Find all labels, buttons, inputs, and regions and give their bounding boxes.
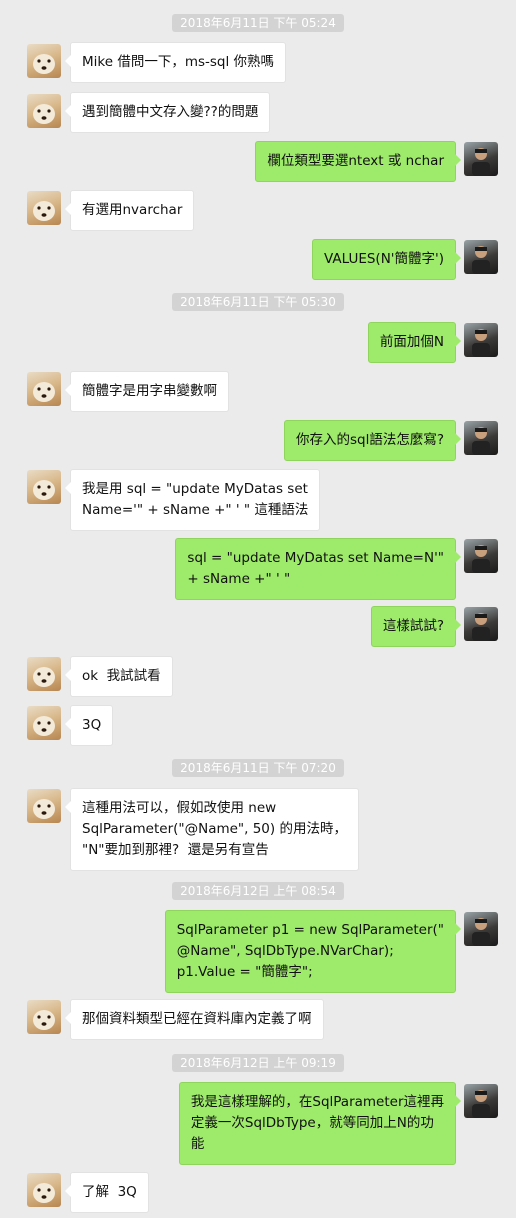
user-photo-avatar-icon[interactable]	[464, 1084, 498, 1118]
user-photo-avatar-icon[interactable]	[464, 539, 498, 573]
dog-avatar-icon[interactable]	[27, 706, 61, 740]
timestamp: 2018年6月12日 上午 08:54	[0, 880, 516, 900]
dog-avatar-icon[interactable]	[27, 191, 61, 225]
message-bubble[interactable]: 欄位類型要選ntext 或 nchar	[255, 141, 461, 182]
message-bubble[interactable]: 前面加個N	[367, 322, 462, 363]
message-bubble[interactable]: 那個資料類型已經在資料庫內定義了啊	[65, 999, 324, 1040]
message-bubble[interactable]: 我是這樣理解的，在SqlParameter這裡再 定義一次SqlDbType，就…	[178, 1082, 462, 1165]
user-photo-avatar-icon[interactable]	[464, 323, 498, 357]
timestamp: 2018年6月11日 下午 05:30	[0, 291, 516, 311]
user-photo-avatar-icon[interactable]	[464, 912, 498, 946]
message-bubble[interactable]: 遇到簡體中文存入變??的問題	[64, 92, 271, 133]
message-bubble[interactable]: 有選用nvarchar	[64, 190, 195, 231]
user-photo-avatar-icon[interactable]	[464, 142, 498, 176]
message-bubble[interactable]: ok 我試試看	[65, 656, 173, 697]
message-bubble[interactable]: sql = "update MyDatas set Name=N'" + sNa…	[175, 538, 461, 600]
message-bubble[interactable]: 3Q	[64, 705, 114, 746]
dog-avatar-icon[interactable]	[27, 94, 61, 128]
user-photo-avatar-icon[interactable]	[464, 607, 498, 641]
dog-avatar-icon[interactable]	[27, 1000, 61, 1034]
dog-avatar-icon[interactable]	[27, 44, 61, 78]
message-bubble[interactable]: SqlParameter p1 = new SqlParameter(" @Na…	[164, 910, 462, 993]
user-photo-avatar-icon[interactable]	[464, 421, 498, 455]
dog-avatar-icon[interactable]	[27, 1173, 61, 1207]
timestamp: 2018年6月11日 下午 05:24	[0, 12, 516, 32]
message-bubble[interactable]: 簡體字是用字串變數啊	[65, 371, 229, 412]
message-bubble[interactable]: 這樣試試?	[370, 606, 462, 647]
dog-avatar-icon[interactable]	[27, 789, 61, 823]
timestamp: 2018年6月12日 上午 09:19	[0, 1052, 516, 1072]
message-bubble[interactable]: 我是用 sql = "update MyDatas set Name='" + …	[64, 469, 321, 531]
dog-avatar-icon[interactable]	[27, 372, 61, 406]
timestamp: 2018年6月11日 下午 07:20	[0, 757, 516, 777]
message-bubble[interactable]: 你存入的sql語法怎麼寫?	[283, 420, 462, 461]
message-bubble[interactable]: 這種用法可以，假如改使用 new SqlParameter("@Name", 5…	[65, 788, 359, 871]
dog-avatar-icon[interactable]	[27, 657, 61, 691]
message-bubble[interactable]: Mike 借問一下，ms-sql 你熟嗎	[64, 42, 287, 83]
dog-avatar-icon[interactable]	[27, 470, 61, 504]
message-bubble[interactable]: 了解 3Q	[65, 1172, 149, 1213]
user-photo-avatar-icon[interactable]	[464, 240, 498, 274]
message-bubble[interactable]: VALUES(N'簡體字')	[312, 239, 461, 280]
